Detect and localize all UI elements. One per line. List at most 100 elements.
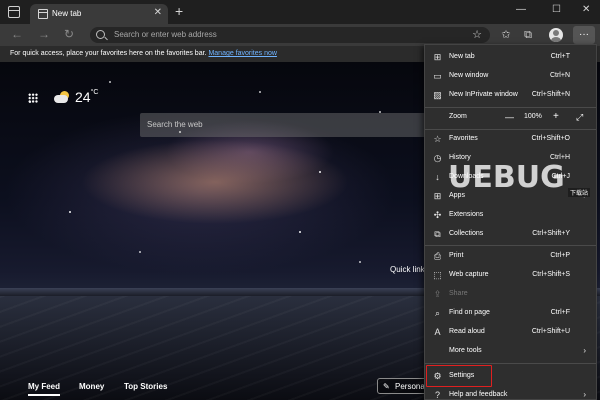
partly-cloudy-icon — [54, 91, 70, 103]
tab-new-tab[interactable]: New tab ✕ — [30, 4, 168, 24]
address-placeholder: Search or enter web address — [114, 30, 217, 39]
inprivate-icon: ▨ — [433, 90, 442, 100]
settings-highlight-box — [426, 365, 492, 387]
menu-label: Find on page — [449, 309, 490, 316]
tab-actions-icon[interactable] — [8, 6, 20, 18]
star-icon: ☆ — [433, 134, 442, 144]
menu-label: New InPrivate window — [449, 91, 518, 98]
manage-favorites-link[interactable]: Manage favorites now — [208, 50, 276, 57]
personalize-label: Persona — [395, 382, 425, 391]
new-tab-icon: ⊞ — [433, 52, 442, 62]
web-search-box[interactable]: Search the web — [140, 113, 440, 137]
favorites-icon[interactable]: ✩ — [499, 28, 513, 42]
settings-and-more-button[interactable]: ··· — [573, 26, 595, 44]
menu-shortcut: Ctrl+Shift+O — [531, 135, 570, 142]
edit-icon: ✎ — [383, 382, 390, 391]
menu-label: Favorites — [449, 135, 478, 142]
app-launcher-icon[interactable] — [28, 93, 38, 103]
menu-label: New window — [449, 72, 489, 79]
menu-item-share: ⇪ Share — [425, 285, 596, 304]
menu-item-new-window[interactable]: ▭ New window Ctrl+N — [425, 67, 596, 86]
menu-label: Share — [449, 290, 468, 297]
maximize-button[interactable]: ☐ — [552, 4, 561, 16]
share-icon: ⇪ — [433, 289, 442, 299]
menu-shortcut: Ctrl+N — [549, 72, 570, 79]
window-close-button[interactable]: ✕ — [582, 4, 590, 16]
menu-label: New tab — [449, 53, 475, 60]
refresh-icon[interactable]: ↻ — [64, 27, 74, 41]
extensions-icon: ✣ — [433, 210, 442, 220]
menu-label: Print — [449, 252, 464, 259]
watermark-logo: UEBUG — [448, 160, 565, 195]
address-bar[interactable]: Search or enter web address — [90, 27, 490, 43]
menu-item-help-and-feedback[interactable]: ? Help and feedback › — [425, 386, 596, 400]
menu-label: Help and feedback — [449, 391, 508, 398]
menu-item-new-inprivate-window[interactable]: ▨ New InPrivate window Ctrl+Shift+N — [425, 86, 596, 105]
history-icon: ◷ — [433, 153, 442, 163]
profile-avatar[interactable] — [549, 28, 563, 42]
menu-label: More tools — [449, 347, 482, 354]
watermark-subtitle: 下载站 — [568, 188, 591, 197]
menu-shortcut: Ctrl+F — [550, 309, 570, 316]
zoom-out-button[interactable]: — — [505, 113, 514, 122]
menu-shortcut: Ctrl+T — [550, 53, 570, 60]
web-capture-icon: ⬚ — [433, 270, 442, 280]
forward-icon[interactable]: → — [38, 27, 50, 41]
new-tab-button[interactable]: + — [175, 4, 183, 18]
menu-shortcut: Ctrl+P — [550, 252, 570, 259]
back-icon[interactable]: ← — [11, 27, 23, 41]
weather-temperature[interactable]: 24°C — [75, 89, 98, 105]
menu-label: Collections — [449, 230, 484, 237]
chevron-right-icon: › — [583, 390, 586, 399]
tab-top-stories[interactable]: Top Stories — [124, 382, 167, 391]
tab-favicon-icon — [38, 9, 48, 19]
menu-divider — [425, 363, 596, 364]
navigation-toolbar: ← → ↻ Search or enter web address ☆ ✩ ⧉ — [0, 24, 600, 46]
tab-title: New tab — [52, 9, 82, 18]
menu-label: Read aloud — [449, 328, 485, 335]
tab-my-feed[interactable]: My Feed — [28, 382, 61, 396]
search-icon — [96, 30, 105, 39]
menu-label: Web capture — [449, 271, 489, 278]
menu-item-collections[interactable]: ⧉ Collections Ctrl+Shift+Y — [425, 225, 596, 244]
download-icon: ↓ — [435, 172, 440, 182]
favorites-bar-text: For quick access, place your favorites h… — [10, 50, 277, 57]
minimize-button[interactable]: — — [516, 4, 526, 16]
apps-icon: ⊞ — [433, 191, 442, 201]
help-icon: ? — [434, 390, 440, 400]
menu-item-more-tools[interactable]: More tools › — [425, 342, 596, 361]
web-search-placeholder: Search the web — [147, 120, 203, 129]
menu-shortcut: Ctrl+Shift+S — [532, 271, 570, 278]
find-icon: ⌕ — [434, 308, 441, 318]
new-window-icon: ▭ — [433, 71, 442, 81]
add-favorite-icon[interactable]: ☆ — [470, 28, 484, 42]
menu-item-new-tab[interactable]: ⊞ New tab Ctrl+T — [425, 48, 596, 67]
menu-item-favorites[interactable]: ☆ Favorites Ctrl+Shift+O — [425, 130, 596, 149]
browser-window: New tab ✕ + — ☐ ✕ ← → ↻ Search or enter … — [0, 0, 600, 400]
menu-item-read-aloud[interactable]: A Read aloud Ctrl+Shift+U — [425, 323, 596, 342]
menu-shortcut: Ctrl+Shift+U — [531, 328, 570, 335]
collections-icon: ⧉ — [434, 229, 441, 239]
menu-label: Zoom — [449, 113, 467, 120]
collections-icon[interactable]: ⧉ — [521, 28, 535, 42]
chevron-right-icon: › — [583, 346, 586, 355]
tab-money[interactable]: Money — [79, 382, 104, 391]
tab-bar: New tab ✕ + — ☐ ✕ — [0, 0, 600, 24]
tab-close-icon[interactable]: ✕ — [154, 7, 162, 19]
watermark: UEBUG 下载站 — [448, 160, 598, 200]
menu-shortcut: Ctrl+Shift+N — [531, 91, 570, 98]
fullscreen-icon[interactable]: ⤢ — [576, 112, 583, 123]
menu-item-zoom: Zoom — 100% + ⤢ — [425, 108, 596, 127]
settings-and-more-menu: ⊞ New tab Ctrl+T ▭ New window Ctrl+N ▨ N… — [424, 44, 597, 400]
read-aloud-icon: A — [434, 327, 441, 337]
quick-links-label: Quick link — [390, 265, 425, 274]
menu-divider — [425, 245, 596, 246]
menu-item-extensions[interactable]: ✣ Extensions — [425, 206, 596, 225]
menu-item-find-on-page[interactable]: ⌕ Find on page Ctrl+F — [425, 304, 596, 323]
menu-shortcut: Ctrl+Shift+Y — [532, 230, 570, 237]
menu-item-web-capture[interactable]: ⬚ Web capture Ctrl+Shift+S — [425, 266, 596, 285]
menu-label: Extensions — [449, 211, 484, 218]
print-icon: ⎙ — [433, 251, 442, 261]
zoom-in-button[interactable]: + — [553, 112, 559, 122]
menu-item-print[interactable]: ⎙ Print Ctrl+P — [425, 247, 596, 266]
